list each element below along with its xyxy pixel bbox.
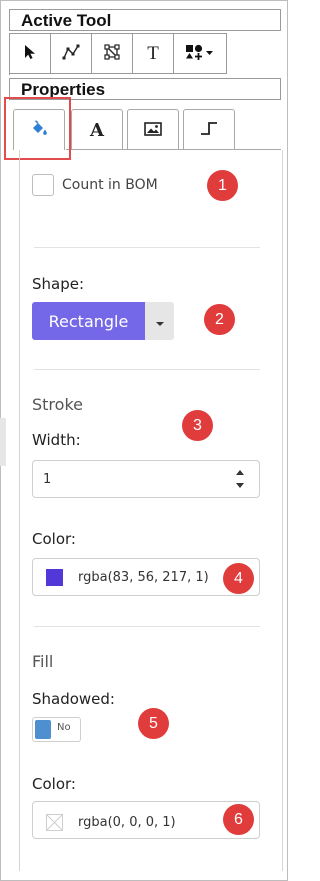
shadowed-toggle[interactable]: No bbox=[32, 717, 81, 742]
tab-image[interactable] bbox=[127, 109, 179, 150]
stroke-color-label: Color: bbox=[32, 530, 76, 548]
divider bbox=[34, 247, 260, 248]
caret-down-icon bbox=[155, 312, 165, 331]
shape-value: Rectangle bbox=[48, 311, 129, 331]
tab-line[interactable] bbox=[183, 109, 235, 150]
stroke-color-swatch[interactable] bbox=[46, 569, 63, 586]
shape-dropdown-toggle[interactable] bbox=[145, 302, 174, 340]
callout-badge: 3 bbox=[182, 410, 213, 441]
count-in-bom-label: Count in BOM bbox=[62, 177, 158, 193]
text-format-icon: A bbox=[90, 119, 104, 141]
tool-toolbar: T bbox=[9, 33, 227, 75]
shape-select-button[interactable]: Rectangle bbox=[32, 302, 145, 340]
path-nodes-icon bbox=[61, 43, 81, 65]
transparent-swatch-icon bbox=[46, 814, 63, 831]
width-label: Width: bbox=[32, 431, 81, 449]
tool-select[interactable] bbox=[10, 33, 51, 74]
tool-text[interactable]: T bbox=[133, 33, 174, 74]
callout-badge: 4 bbox=[223, 563, 254, 594]
tool-path[interactable] bbox=[51, 33, 92, 74]
toggle-knob bbox=[35, 720, 51, 739]
fill-color-value: rgba(0, 0, 0, 1) bbox=[78, 815, 176, 830]
shape-label: Shape: bbox=[32, 275, 85, 293]
tab-text[interactable]: A bbox=[71, 109, 123, 150]
spinner-arrows-icon[interactable] bbox=[235, 467, 245, 495]
count-in-bom-checkbox[interactable] bbox=[32, 174, 54, 196]
shadowed-value: No bbox=[57, 722, 71, 733]
stroke-color-value: rgba(83, 56, 217, 1) bbox=[78, 570, 209, 585]
shapes-dropdown-icon bbox=[185, 43, 215, 65]
tool-shapes-dropdown[interactable] bbox=[174, 33, 227, 74]
shadowed-label: Shadowed: bbox=[32, 690, 115, 708]
properties-panel bbox=[19, 150, 283, 871]
text-tool-icon: T bbox=[147, 42, 159, 64]
stroke-heading: Stroke bbox=[32, 395, 83, 414]
line-connector-icon bbox=[200, 120, 218, 140]
fill-color-swatch[interactable] bbox=[46, 814, 63, 831]
callout-badge: 1 bbox=[207, 170, 238, 201]
active-tool-title: Active Tool bbox=[9, 9, 281, 31]
image-icon bbox=[144, 121, 162, 140]
arrow-pointer-icon bbox=[23, 44, 37, 64]
callout-badge: 6 bbox=[223, 804, 254, 835]
callout-badge: 2 bbox=[204, 304, 235, 335]
transform-box-icon bbox=[102, 43, 122, 65]
width-value: 1 bbox=[43, 472, 52, 487]
width-input[interactable]: 1 bbox=[32, 460, 260, 498]
resize-handle[interactable] bbox=[0, 418, 6, 466]
fill-heading: Fill bbox=[32, 652, 54, 671]
callout-badge: 5 bbox=[138, 708, 169, 739]
fill-color-label: Color: bbox=[32, 775, 76, 793]
tool-transform[interactable] bbox=[92, 33, 133, 74]
divider bbox=[34, 626, 260, 627]
divider bbox=[34, 369, 260, 370]
